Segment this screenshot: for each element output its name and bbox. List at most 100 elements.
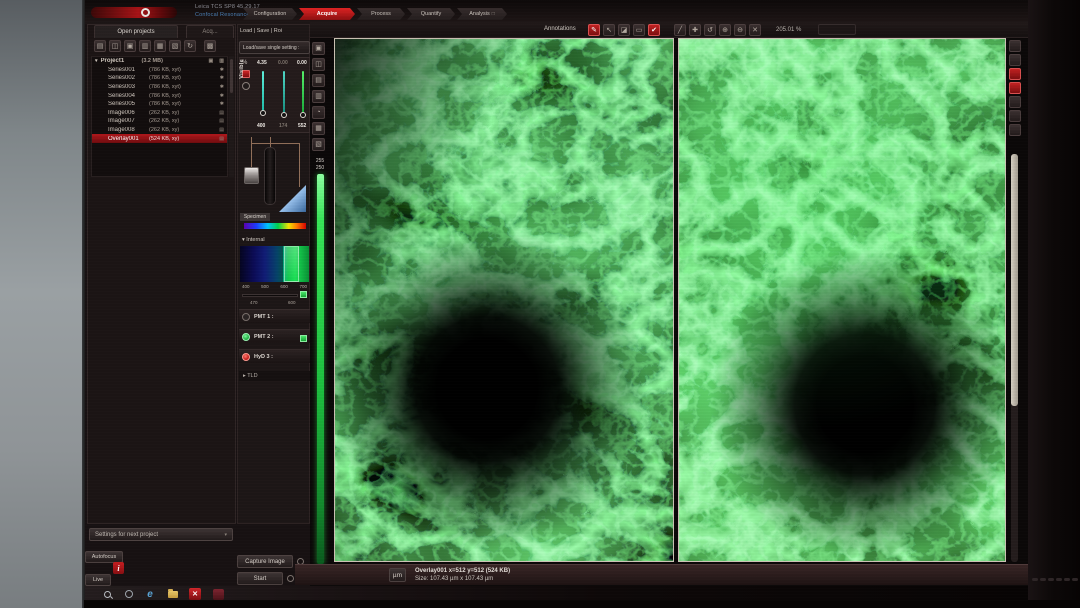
overlay-view-icon[interactable]: ▥ — [312, 90, 325, 103]
lut-view-icon[interactable]: ▧ — [312, 138, 325, 151]
histogram-icon[interactable] — [1009, 110, 1021, 122]
acquisition-settings-panel: Load | Save | Roi Load/save single setti… — [237, 24, 310, 524]
monitor-osd-button[interactable] — [1056, 578, 1062, 581]
beam-line — [251, 137, 252, 169]
lasx-app-icon[interactable]: ✕ — [189, 588, 201, 600]
file-explorer-icon[interactable] — [167, 588, 179, 600]
text-annotation-icon[interactable]: ▭ — [633, 24, 645, 36]
apply-annotation-icon[interactable]: ✔ — [648, 24, 660, 36]
image-panel-left[interactable] — [334, 38, 674, 562]
filter-cube-icon[interactable] — [244, 167, 259, 184]
monitor-osd-button[interactable] — [1032, 578, 1038, 581]
settings-gear-icon[interactable] — [1009, 124, 1021, 136]
tab-acquisition-panel[interactable]: Acq... — [186, 25, 234, 38]
monitor-osd-button[interactable] — [1072, 578, 1078, 581]
tree-root-project[interactable]: ▾ Project1 (3.2 MB) ▣ ▥ — [92, 57, 227, 66]
tab-process[interactable]: Process — [357, 8, 405, 20]
gain-slider-1[interactable] — [262, 71, 264, 115]
zoom-out-icon[interactable]: ⊖ — [734, 24, 746, 36]
tree-scrollbar[interactable] — [229, 56, 234, 177]
pmt1-toggle[interactable] — [242, 313, 250, 321]
channel-split-icon[interactable] — [1009, 96, 1021, 108]
monitor-osd-button[interactable] — [1040, 578, 1046, 581]
gain-slider-3[interactable] — [302, 71, 304, 115]
record-icon[interactable] — [1009, 68, 1021, 80]
slider1-knob[interactable] — [260, 110, 266, 116]
line-tool-icon[interactable]: ╱ — [674, 24, 686, 36]
eraser-icon[interactable]: ◪ — [618, 24, 630, 36]
rotate-tool-icon[interactable]: ↺ — [704, 24, 716, 36]
search-icon[interactable] — [101, 588, 113, 600]
zoom-preset-dropdown[interactable] — [818, 24, 856, 35]
info-icon[interactable]: i — [113, 562, 124, 574]
beam-line — [251, 143, 299, 144]
refresh-icon[interactable]: ↻ — [184, 40, 196, 52]
slider2-knob[interactable] — [281, 112, 287, 118]
save-icon[interactable]: ▥ — [139, 40, 151, 52]
start-button[interactable]: Start — [237, 572, 283, 585]
tree-item-series002[interactable]: Series002(786 KB, xyt)✱ — [92, 74, 227, 83]
tree-item-series004[interactable]: Series004(786 KB, xyt)✱ — [92, 91, 227, 100]
tree-item-series003[interactable]: Series003(786 KB, xyt)✱ — [92, 83, 227, 92]
snapshot-icon[interactable]: ▣ — [124, 40, 136, 52]
internal-section-label[interactable]: ▾ Internal — [242, 237, 265, 243]
export-icon[interactable]: ▦ — [154, 40, 166, 52]
configuration-link[interactable]: Confocal Resonance — [195, 12, 250, 18]
sync-views-icon[interactable] — [1009, 54, 1021, 66]
capture-image-button[interactable]: Capture Image — [237, 555, 293, 568]
hyd3-toggle[interactable] — [242, 353, 250, 361]
single-view-icon[interactable]: ▣ — [312, 42, 325, 55]
compare-mode-icon[interactable] — [1009, 40, 1021, 52]
live-button[interactable]: Live — [85, 574, 111, 586]
tree-item-series001[interactable]: Series001(786 KB, xyt)✱ — [92, 66, 227, 75]
load-save-single-setting-dropdown[interactable]: Load/save single setting : — [239, 41, 310, 54]
slider3-knob[interactable] — [300, 112, 306, 118]
rotate-view-icon[interactable]: ◔ — [312, 106, 325, 119]
monitor-osd-button[interactable] — [1048, 578, 1054, 581]
tile-view-icon[interactable]: ▤ — [312, 74, 325, 87]
monitor-osd-button[interactable] — [1064, 578, 1070, 581]
viewer-scrollbar-thumb[interactable] — [1011, 154, 1018, 406]
unit-micrometer-button[interactable]: µm — [389, 568, 406, 582]
select-cursor-icon[interactable]: ↖ — [603, 24, 615, 36]
tab-analysis[interactable]: Analysis □ — [457, 8, 507, 20]
pmt2-toggle[interactable] — [242, 333, 250, 341]
start-mode-ring-icon[interactable] — [287, 575, 294, 582]
detection-band-handle[interactable] — [284, 246, 299, 282]
tab-quantify[interactable]: Quantify — [407, 8, 455, 20]
gallery-view-icon[interactable]: ▦ — [312, 122, 325, 135]
chevron-down-icon: ▾ — [224, 532, 227, 538]
tree-item-overlay001-selected[interactable]: Overlay001(524 KB, xy)▤ — [92, 134, 227, 143]
tab-configuration[interactable]: Configuration — [243, 8, 297, 20]
new-image-icon[interactable]: ◫ — [109, 40, 121, 52]
gain-slider-2[interactable] — [283, 71, 285, 115]
import-icon[interactable]: ▧ — [169, 40, 181, 52]
viewer-scrollbar[interactable] — [1011, 154, 1018, 562]
cortana-icon[interactable] — [123, 588, 135, 600]
tree-item-series005[interactable]: Series005(786 KB, xyt)✱ — [92, 100, 227, 109]
channel-off-toggle[interactable] — [242, 82, 250, 90]
detection-spectrum-selector[interactable] — [240, 246, 309, 282]
tree-scrollbar-thumb[interactable] — [230, 59, 233, 93]
tab-acquire[interactable]: Acquire — [299, 8, 355, 20]
media-app-icon[interactable] — [212, 588, 224, 600]
view-grid-icon[interactable]: ▩ — [204, 40, 216, 52]
settings-next-project-dropdown[interactable]: Settings for next project ▾ — [89, 528, 233, 541]
edge-browser-icon[interactable]: e — [144, 588, 156, 600]
draw-pen-icon[interactable]: ✎ — [588, 24, 600, 36]
move-tool-icon[interactable]: ✚ — [689, 24, 701, 36]
tree-item-image006[interactable]: Image006(262 KB, xy)▤ — [92, 109, 227, 118]
stop-record-icon[interactable] — [1009, 82, 1021, 94]
fit-to-window-icon[interactable]: ✕ — [749, 24, 761, 36]
tree-item-image007[interactable]: Image007(262 KB, xy)▤ — [92, 117, 227, 126]
new-project-icon[interactable]: ▤ — [94, 40, 106, 52]
expander-icon[interactable]: ▾ — [95, 58, 98, 64]
band-mini-slider[interactable] — [242, 294, 298, 297]
zoom-in-icon[interactable]: ⊕ — [719, 24, 731, 36]
tld-section-header[interactable]: ▸ TLD — [239, 371, 310, 381]
split-view-icon[interactable]: ◫ — [312, 58, 325, 71]
intensity-lut-bar[interactable] — [317, 174, 324, 564]
tab-open-projects[interactable]: Open projects — [94, 25, 178, 38]
image-panel-right[interactable] — [678, 38, 1006, 562]
tree-item-image008[interactable]: Image008(262 KB, xy)▤ — [92, 126, 227, 135]
